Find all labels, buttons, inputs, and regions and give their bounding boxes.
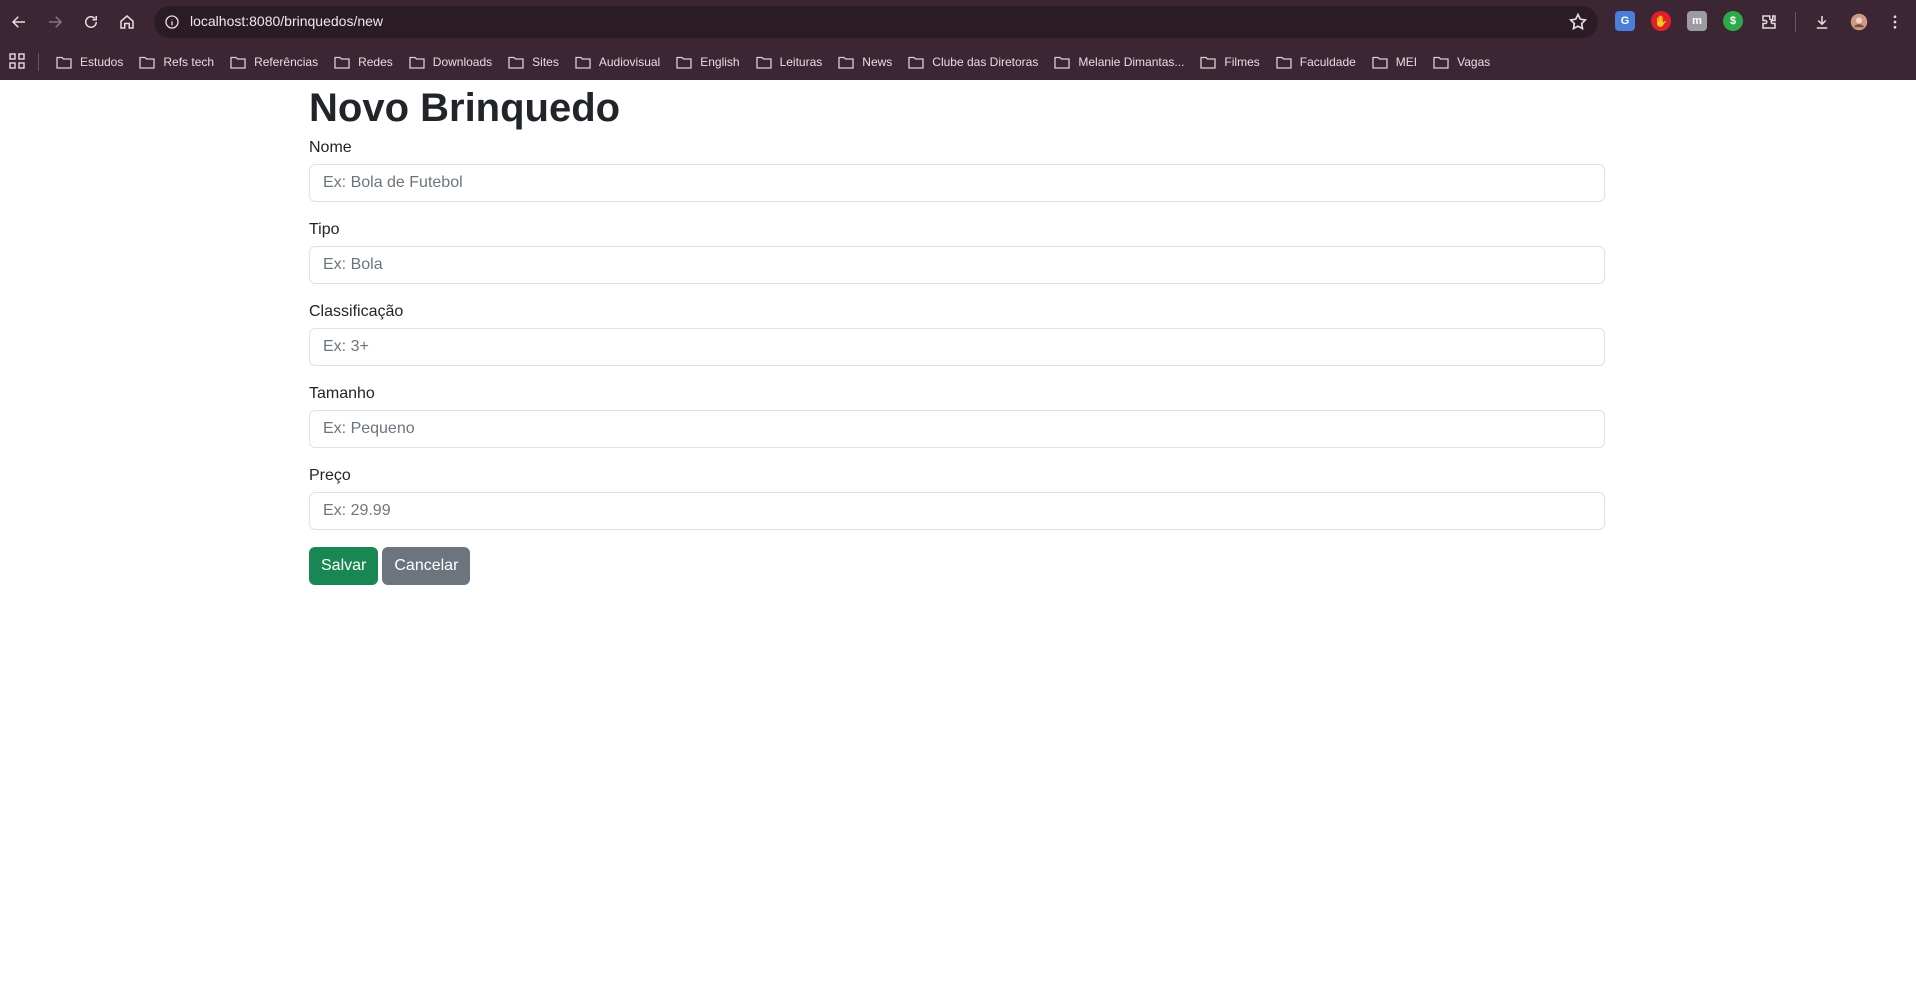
menu-kebab-icon[interactable] bbox=[1881, 8, 1909, 36]
folder-icon bbox=[409, 56, 425, 69]
bookmark-folder-label: Melanie Dimantas... bbox=[1078, 55, 1185, 69]
form-container: Novo Brinquedo Nome Tipo Classificação T… bbox=[309, 80, 1605, 585]
folder-icon bbox=[1276, 56, 1292, 69]
folder-icon bbox=[139, 56, 156, 69]
profile-avatar[interactable] bbox=[1845, 8, 1873, 36]
bookmark-folder[interactable]: Redes bbox=[326, 48, 401, 76]
preco-label: Preço bbox=[309, 467, 351, 484]
toolbar-separator bbox=[1795, 12, 1796, 32]
dollar-extension-glyph: $ bbox=[1729, 15, 1737, 27]
folder-icon bbox=[1054, 56, 1071, 69]
bookmark-folder-label: Audiovisual bbox=[598, 55, 661, 69]
m-extension-icon[interactable]: m bbox=[1687, 11, 1707, 31]
bookmark-folder-label: Downloads bbox=[432, 55, 493, 69]
bookmark-folder-label: Redes bbox=[358, 55, 393, 69]
page-content: Novo Brinquedo Nome Tipo Classificação T… bbox=[0, 80, 1916, 988]
field-tipo: Tipo bbox=[309, 220, 1605, 284]
folder-icon bbox=[1433, 56, 1449, 69]
bookmarks-bar: Estudos Refs tech Referências Redes Download… bbox=[0, 44, 1916, 80]
bookmark-folders: Estudos Refs tech Referências Redes Download… bbox=[48, 44, 1498, 80]
extensions-puzzle-icon[interactable] bbox=[1755, 8, 1783, 36]
folder-icon bbox=[508, 56, 524, 69]
bookmark-folder[interactable]: Clube das Diretoras bbox=[900, 48, 1046, 76]
adblock-extension-icon[interactable]: ✋ bbox=[1651, 11, 1671, 31]
forward-icon[interactable] bbox=[41, 8, 69, 36]
translate-extension-icon[interactable]: G bbox=[1615, 11, 1635, 31]
toy-form: Nome Tipo Classificação Tamanho Preço bbox=[309, 138, 1605, 530]
bookmark-folder[interactable]: Downloads bbox=[401, 48, 500, 76]
download-icon[interactable] bbox=[1808, 8, 1836, 36]
tamanho-label: Tamanho bbox=[309, 385, 375, 402]
bookmark-folder[interactable]: Audiovisual bbox=[567, 48, 668, 76]
field-nome: Nome bbox=[309, 138, 1605, 202]
folder-icon bbox=[676, 56, 692, 69]
bookmark-folder-label: Faculdade bbox=[1299, 55, 1356, 69]
bookmark-folder-label: MEI bbox=[1395, 55, 1418, 69]
bookmark-folder[interactable]: Leituras bbox=[748, 48, 831, 76]
bookmark-folder-label: Sites bbox=[532, 55, 559, 69]
folder-icon bbox=[334, 56, 350, 69]
folder-icon bbox=[1200, 56, 1217, 69]
bookmark-folder[interactable]: Faculdade bbox=[1268, 48, 1364, 76]
bookmark-folder-label: Vagas bbox=[1457, 55, 1491, 69]
classificacao-input[interactable] bbox=[309, 328, 1605, 366]
reload-icon[interactable] bbox=[77, 8, 105, 36]
folder-icon bbox=[230, 56, 246, 69]
bookmark-folder-label: Estudos bbox=[80, 55, 124, 69]
apps-grid-icon[interactable] bbox=[9, 53, 25, 69]
bookmark-folder[interactable]: Refs tech bbox=[131, 48, 222, 76]
folder-icon bbox=[1372, 56, 1388, 69]
translate-extension-glyph: G bbox=[1620, 15, 1630, 27]
bookmark-folder[interactable]: Sites bbox=[500, 48, 567, 76]
nome-label: Nome bbox=[309, 139, 352, 156]
save-button[interactable]: Salvar bbox=[309, 547, 379, 585]
bookmarks-separator bbox=[38, 53, 39, 71]
adblock-extension-glyph: ✋ bbox=[1654, 15, 1668, 28]
bookmark-folder-label: English bbox=[700, 55, 740, 69]
cancel-button[interactable]: Cancelar bbox=[382, 547, 471, 585]
bookmark-folder-label: Leituras bbox=[779, 55, 823, 69]
tamanho-input[interactable] bbox=[309, 410, 1605, 448]
home-icon[interactable] bbox=[113, 8, 141, 36]
bookmark-folder-label: Referências bbox=[254, 55, 319, 69]
tipo-label: Tipo bbox=[309, 221, 340, 238]
dollar-extension-icon[interactable]: $ bbox=[1723, 11, 1743, 31]
bookmark-folder-label: Filmes bbox=[1224, 55, 1260, 69]
bookmark-folder[interactable]: Melanie Dimantas... bbox=[1046, 48, 1192, 76]
address-bar[interactable]: localhost:8080/brinquedos/new bbox=[154, 6, 1598, 38]
bookmark-folder[interactable]: News bbox=[830, 48, 900, 76]
classificacao-label: Classificação bbox=[309, 303, 404, 320]
site-info-icon[interactable] bbox=[162, 12, 182, 32]
bookmark-folder-label: News bbox=[862, 55, 893, 69]
browser-toolbar: localhost:8080/brinquedos/new G ✋ m $ bbox=[0, 0, 1916, 44]
page-title: Novo Brinquedo bbox=[309, 86, 621, 130]
bookmark-star-icon[interactable] bbox=[1568, 12, 1588, 32]
m-extension-glyph: m bbox=[1692, 15, 1702, 27]
folder-icon bbox=[838, 56, 854, 69]
url-text: localhost:8080/brinquedos/new bbox=[190, 13, 384, 29]
bookmark-folder-label: Refs tech bbox=[163, 55, 215, 69]
bookmark-folder[interactable]: Vagas bbox=[1425, 48, 1498, 76]
folder-icon bbox=[56, 56, 72, 69]
back-icon[interactable] bbox=[5, 8, 33, 36]
nome-input[interactable] bbox=[309, 164, 1605, 202]
bookmark-folder[interactable]: Referências bbox=[222, 48, 326, 76]
bookmark-folder-label: Clube das Diretoras bbox=[932, 55, 1039, 69]
folder-icon bbox=[575, 56, 591, 69]
bookmark-folder[interactable]: English bbox=[668, 48, 747, 76]
folder-icon bbox=[755, 56, 772, 69]
tipo-input[interactable] bbox=[309, 246, 1605, 284]
preco-input[interactable] bbox=[309, 492, 1605, 530]
bookmark-folder[interactable]: Filmes bbox=[1192, 48, 1267, 76]
bookmark-folder[interactable]: Estudos bbox=[48, 48, 131, 76]
folder-icon bbox=[908, 56, 924, 69]
form-actions: Salvar Cancelar bbox=[309, 547, 1605, 585]
bookmark-folder[interactable]: MEI bbox=[1364, 48, 1425, 76]
field-preco: Preço bbox=[309, 466, 1605, 530]
field-tamanho: Tamanho bbox=[309, 384, 1605, 448]
field-classificacao: Classificação bbox=[309, 302, 1605, 366]
